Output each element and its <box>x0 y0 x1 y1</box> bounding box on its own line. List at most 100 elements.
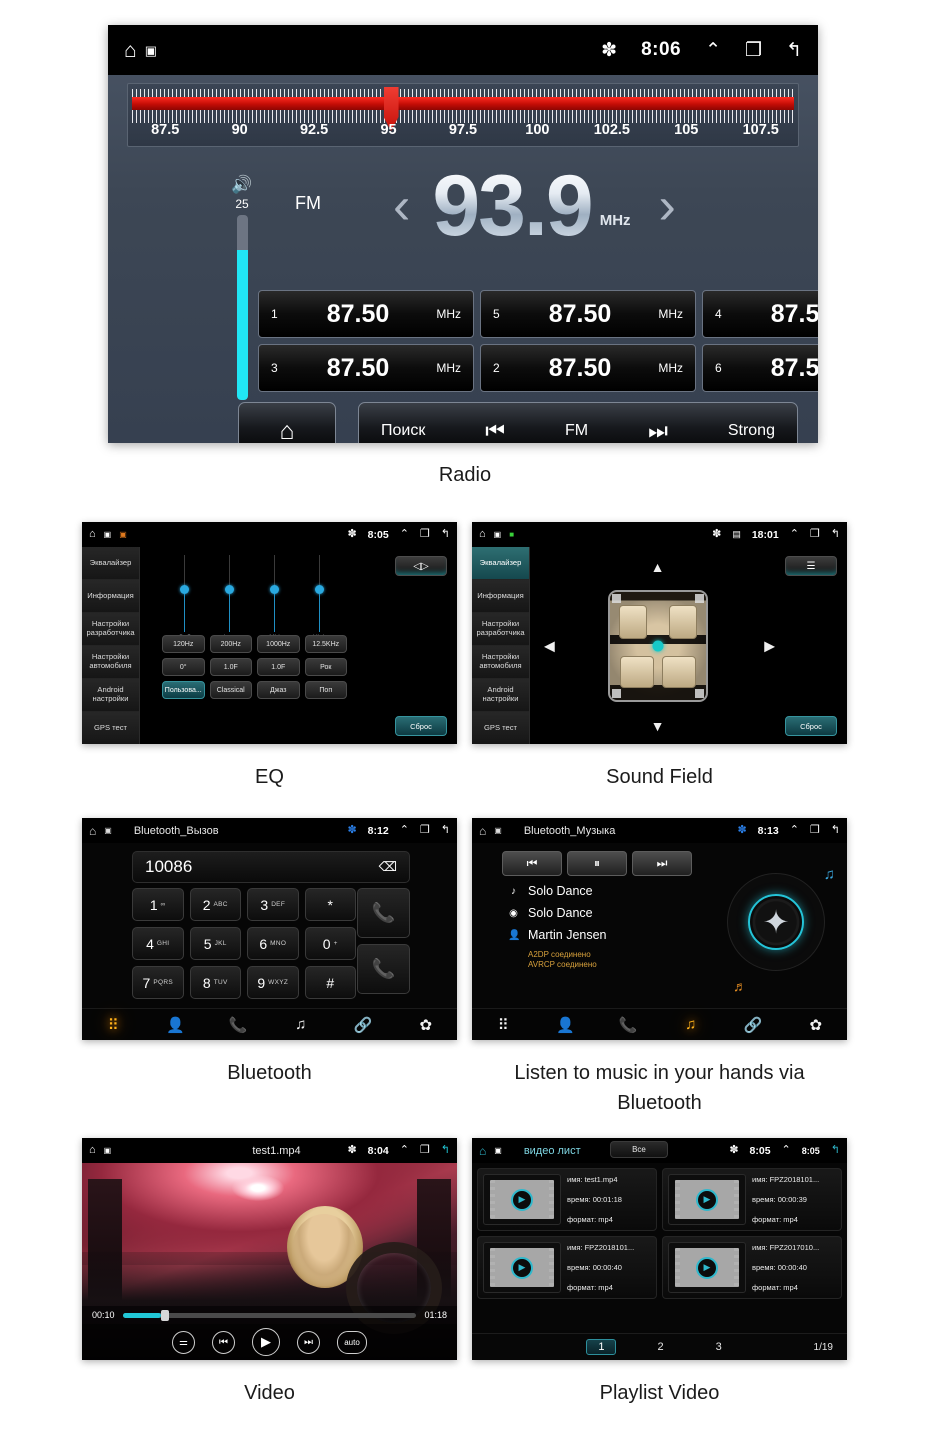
keypad-key-2[interactable]: 2 ABC <box>189 888 241 921</box>
skip-next-icon[interactable]: ⏭ <box>648 418 668 443</box>
eq-option-button[interactable]: 120Hz <box>162 635 205 653</box>
sf-reset-button[interactable]: Сброс <box>785 716 837 736</box>
chevron-left-icon[interactable]: ‹ <box>393 180 410 232</box>
preset-button-5[interactable]: 5 87.50 MHz <box>480 290 696 338</box>
chevron-up-icon[interactable]: ⌃ <box>790 825 799 836</box>
video-thumbnail[interactable]: ▶ <box>483 1242 561 1293</box>
eq-knob[interactable] <box>180 585 189 594</box>
sidebar-item-1[interactable]: Информация <box>472 580 529 613</box>
search-label[interactable]: Поиск <box>381 422 425 440</box>
keypad-key-#[interactable]: # <box>304 966 356 999</box>
sidebar-item-0[interactable]: Эквалайзер <box>82 547 139 580</box>
page-button-1[interactable]: 1 <box>586 1339 617 1355</box>
dial-input[interactable]: 10086 ⌫ <box>132 851 410 883</box>
sidebar-item-2[interactable]: Настройки разработчика <box>472 613 529 646</box>
page-button-3[interactable]: 3 <box>705 1340 733 1354</box>
eq-option-button[interactable]: 12.5KHz <box>304 635 347 653</box>
back-icon[interactable]: ↰ <box>786 41 802 60</box>
filter-all-button[interactable]: Все <box>610 1141 668 1158</box>
home-icon[interactable]: ⌂ <box>89 529 96 540</box>
sidebar-item-5[interactable]: GPS тест <box>472 712 529 744</box>
eq-knob[interactable] <box>315 585 324 594</box>
eq-option-button[interactable]: 200Hz <box>209 635 252 653</box>
eq-option-button[interactable]: 0° <box>162 658 205 676</box>
keypad-key-9[interactable]: 9 WXYZ <box>247 966 299 999</box>
strong-label[interactable]: Strong <box>728 422 775 440</box>
back-icon[interactable]: ↰ <box>831 529 840 540</box>
back-icon[interactable]: ↰ <box>441 529 450 540</box>
prev-icon[interactable]: ⏮ <box>502 851 562 876</box>
keypad-key-4[interactable]: 4 GHI <box>132 927 184 960</box>
eq-option-button[interactable]: Рок <box>304 658 347 676</box>
preset-button-6[interactable]: 687.50MHz <box>702 344 818 392</box>
eq-knob[interactable] <box>225 585 234 594</box>
eq-knob[interactable] <box>270 585 279 594</box>
music-icon[interactable]: ♫ <box>270 1016 333 1033</box>
triangle-down-icon[interactable]: ▼ <box>651 718 665 734</box>
equalizer-icon[interactable]: ⚌ <box>172 1330 195 1354</box>
keypad-key-*[interactable]: * <box>304 888 356 921</box>
recents-icon[interactable]: ❐ <box>745 41 762 60</box>
keypad-key-8[interactable]: 8 TUV <box>189 966 241 999</box>
sidebar-item-4[interactable]: Android настройки <box>82 679 139 712</box>
music-icon[interactable]: ♫ <box>660 1016 723 1033</box>
home-icon[interactable]: ⌂ <box>479 1145 486 1157</box>
chevron-right-icon[interactable]: › <box>659 180 676 232</box>
recents-icon[interactable]: ❐ <box>810 825 820 836</box>
chevron-up-icon[interactable]: ⌃ <box>790 529 799 540</box>
skip-previous-icon[interactable]: ⏮ <box>212 1330 235 1354</box>
triangle-up-icon[interactable]: ▲ <box>651 559 665 575</box>
eq-slider-1[interactable]: Low <box>207 555 252 641</box>
recents-icon[interactable]: ❐ <box>420 825 430 836</box>
eq-option-button[interactable]: Пользова... <box>162 681 205 699</box>
keypad-key-5[interactable]: 5 JKL <box>189 927 241 960</box>
play-icon[interactable]: ▶ <box>511 1188 533 1211</box>
backspace-icon[interactable]: ⌫ <box>379 859 397 875</box>
sidebar-item-1[interactable]: Информация <box>82 580 139 613</box>
home-icon[interactable]: ⌂ <box>89 824 96 838</box>
back-icon[interactable]: ↰ <box>831 1145 840 1156</box>
keypad-key-3[interactable]: 3 DEF <box>247 888 299 921</box>
home-button[interactable]: ⌂ <box>238 402 336 443</box>
skip-previous-icon[interactable]: ⏮ <box>485 418 505 443</box>
triangle-left-icon[interactable]: ◀ <box>544 637 555 654</box>
eq-option-button[interactable]: 1000Hz <box>257 635 300 653</box>
sidebar-item-5[interactable]: GPS тест <box>82 712 139 744</box>
screen-icon[interactable]: ▣ <box>145 44 157 57</box>
video-seek-bar[interactable]: 00:10 01:18 <box>82 1306 457 1324</box>
contacts-icon[interactable]: 👤 <box>145 1016 208 1034</box>
video-progress-handle[interactable] <box>160 1309 169 1321</box>
sidebar-item-3[interactable]: Настройки автомобиля <box>82 646 139 679</box>
keypad-key-6[interactable]: 6 MNO <box>247 927 299 960</box>
page-button-2[interactable]: 2 <box>646 1340 674 1354</box>
home-icon[interactable]: ⌂ <box>479 824 486 838</box>
eq-slider-2[interactable]: Mid <box>252 555 297 641</box>
recents-icon[interactable]: ❐ <box>420 529 430 540</box>
video-progress-track[interactable] <box>122 1309 417 1321</box>
auto-button[interactable]: auto <box>337 1330 367 1354</box>
video-thumbnail[interactable]: ▶ <box>483 1174 561 1225</box>
home-icon[interactable]: ⌂ <box>479 529 486 540</box>
eq-option-button[interactable]: 1.0F <box>209 658 252 676</box>
chevron-up-icon[interactable]: ⌃ <box>705 41 721 60</box>
sound-field-pad[interactable]: ▲ ▼ ◀ ▶ <box>530 547 785 744</box>
preset-button-4[interactable]: 487.50MHz <box>702 290 818 338</box>
call-end-icon[interactable]: 📞 <box>357 944 410 994</box>
radio-band-scale[interactable]: 87.5 90 92.5 95 97.5 100 102.5 105 107.5 <box>127 83 799 147</box>
playlist-item[interactable]: ▶ имя: FPZ2017010... время: 00:00:40 формат… <box>662 1236 842 1299</box>
back-icon[interactable]: ↰ <box>441 825 450 836</box>
skip-next-icon[interactable]: ⏭ <box>297 1330 320 1354</box>
keypad-key-0[interactable]: 0 + <box>304 927 356 960</box>
sidebar-item-2[interactable]: Настройки разработчика <box>82 613 139 646</box>
chevron-up-icon[interactable]: ⌃ <box>400 529 409 540</box>
keypad-icon[interactable]: ⠿ <box>472 1016 535 1034</box>
equalizer-icon[interactable]: ☰ <box>785 556 837 576</box>
eq-option-button[interactable]: Джаз <box>257 681 300 699</box>
chevron-up-icon[interactable]: ⌃ <box>782 1145 791 1156</box>
sidebar-item-0[interactable]: Эквалайзер <box>472 547 529 580</box>
settings-icon[interactable]: ✿ <box>395 1016 458 1034</box>
video-thumbnail[interactable]: ▶ <box>668 1174 746 1225</box>
playlist-item[interactable]: ▶ имя: FPZ2018101... время: 00:00:40 формат… <box>477 1236 657 1299</box>
keypad-key-7[interactable]: 7 PQRS <box>132 966 184 999</box>
link-icon[interactable]: 🔗 <box>722 1016 785 1034</box>
